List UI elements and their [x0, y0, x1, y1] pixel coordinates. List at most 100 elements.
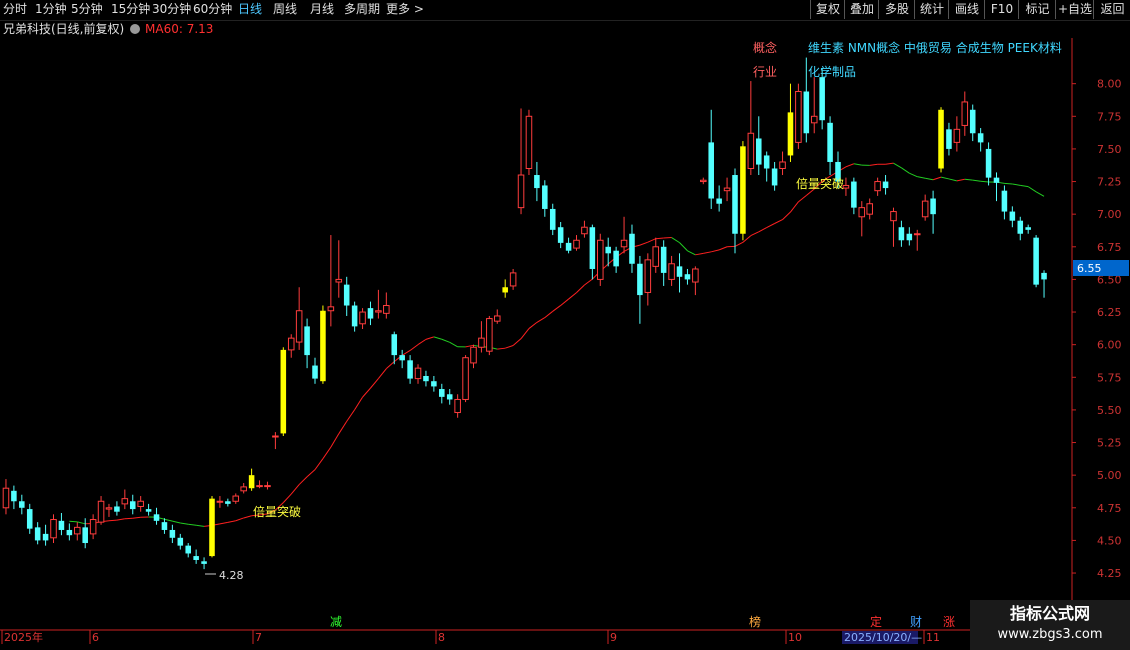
ma-line-segment [964, 178, 973, 181]
tool-button-4[interactable]: 画线 [948, 0, 985, 19]
candle-body [216, 500, 224, 503]
candle-body [439, 389, 445, 397]
ma-line-segment [172, 520, 181, 524]
candle-body [977, 133, 984, 143]
candle-body [2, 487, 10, 509]
candle-body [335, 278, 343, 283]
event-marker: 财 [910, 615, 922, 629]
tool-button-3[interactable]: 统计 [914, 0, 949, 19]
ma-line-segment [679, 242, 688, 252]
candle-body [747, 132, 755, 169]
tool-button-1[interactable]: 叠加 [844, 0, 879, 19]
candle-body [803, 91, 810, 134]
ma-line-segment [465, 344, 474, 348]
candle-body [486, 318, 493, 352]
settings-icon[interactable] [130, 24, 140, 34]
candle-body [462, 357, 469, 400]
ma-line-segment [948, 178, 957, 182]
ma-line-segment [909, 172, 918, 178]
ma-line-segment [576, 284, 585, 294]
candle-body [913, 233, 921, 236]
y-tick-label: 5.75 [1097, 371, 1122, 384]
x-axis-label: 6 [92, 631, 99, 644]
ma-line-segment [77, 521, 86, 525]
candle-body [89, 519, 97, 535]
candle-body [946, 129, 952, 149]
period-tab-4[interactable]: 30分钟 [152, 1, 191, 18]
tool-button-5[interactable]: F10 [984, 0, 1019, 19]
candle-body [50, 519, 57, 539]
candle-body [882, 181, 889, 189]
price-tag-label: 6.55 [1077, 262, 1102, 275]
y-tick-label: 8.00 [1097, 78, 1122, 91]
candle-body [391, 334, 398, 356]
concept-label: 概念 [753, 40, 777, 55]
y-tick-label: 5.25 [1097, 437, 1122, 450]
candle-body [280, 349, 287, 434]
candle-body [1025, 227, 1031, 230]
candle-body [549, 208, 556, 230]
ma-line-segment [290, 484, 300, 495]
y-tick-label: 5.50 [1097, 404, 1122, 417]
ma-line-segment [932, 176, 942, 181]
date-box-label: 2025/10/20/— [844, 631, 922, 644]
tool-button-7[interactable]: +自选 [1055, 0, 1094, 19]
ma-line-segment [718, 246, 728, 251]
y-tick-label: 7.50 [1097, 143, 1122, 156]
ma-line-segment [1027, 186, 1037, 193]
breakout-label-2: 倍量突破 [796, 176, 844, 191]
tool-button-6[interactable]: 标记 [1018, 0, 1056, 19]
industry-value: 化学制品 [808, 64, 856, 79]
candle-body [407, 360, 413, 379]
candle-body [232, 495, 240, 502]
ma-line-segment [116, 518, 125, 521]
candle-body [97, 500, 105, 523]
tool-button-0[interactable]: 复权 [810, 0, 845, 19]
period-tab-8[interactable]: 月线 [310, 1, 334, 18]
candle-body [470, 346, 477, 364]
candle-body [652, 246, 660, 267]
period-tab-6[interactable]: 日线 [238, 1, 262, 18]
ma-line-segment [750, 231, 759, 237]
candle-body [19, 501, 25, 508]
ma-label: MA60: 7.13 [145, 22, 214, 36]
candle-body [272, 435, 279, 438]
ma-line-segment [528, 322, 538, 329]
candle-body [858, 207, 866, 218]
candle-body [629, 233, 635, 264]
period-tab-0[interactable]: 分时 [3, 1, 27, 18]
candle-body [1033, 237, 1039, 285]
period-tab-3[interactable]: 15分钟 [111, 1, 150, 18]
candle-body [906, 233, 913, 241]
period-tab-2[interactable]: 5分钟 [71, 1, 103, 18]
candle-body [851, 181, 857, 208]
period-tab-9[interactable]: 多周期 [344, 1, 380, 18]
toolbar: 分时 1分钟 5分钟 15分钟 30分钟 60分钟 日线 周线 月线 多周期 更多 > 复权 叠加 多股统… [0, 0, 1130, 21]
candle-body [763, 155, 770, 169]
tool-button-2[interactable]: 多股 [878, 0, 915, 19]
candle-body [34, 527, 41, 541]
event-marker: 涨 [943, 614, 955, 629]
period-tab-10[interactable]: 更多 > [386, 1, 424, 18]
ma-line-segment [512, 338, 522, 346]
y-tick-label: 4.50 [1097, 534, 1122, 547]
ma-line-segment [742, 235, 752, 243]
candle-body [327, 306, 335, 312]
ma-line-segment [322, 446, 332, 459]
candle-body [351, 305, 358, 327]
period-tab-7[interactable]: 周线 [273, 1, 297, 18]
ma-line-segment [917, 176, 926, 179]
period-tab-1[interactable]: 1分钟 [35, 1, 67, 18]
ma-line-segment [354, 396, 363, 410]
candle-body [66, 529, 73, 536]
tool-button-8[interactable]: 返回 [1093, 0, 1130, 19]
ma-line-segment [687, 250, 696, 256]
candle-body [201, 561, 207, 564]
candle-body [383, 305, 390, 314]
x-axis-label: 11 [926, 631, 940, 644]
ma-line-segment [378, 368, 387, 379]
x-axis-label: 8 [438, 631, 445, 644]
event-marker: 榜 [749, 614, 761, 629]
candle-body [1009, 211, 1016, 221]
period-tab-5[interactable]: 60分钟 [193, 1, 232, 18]
